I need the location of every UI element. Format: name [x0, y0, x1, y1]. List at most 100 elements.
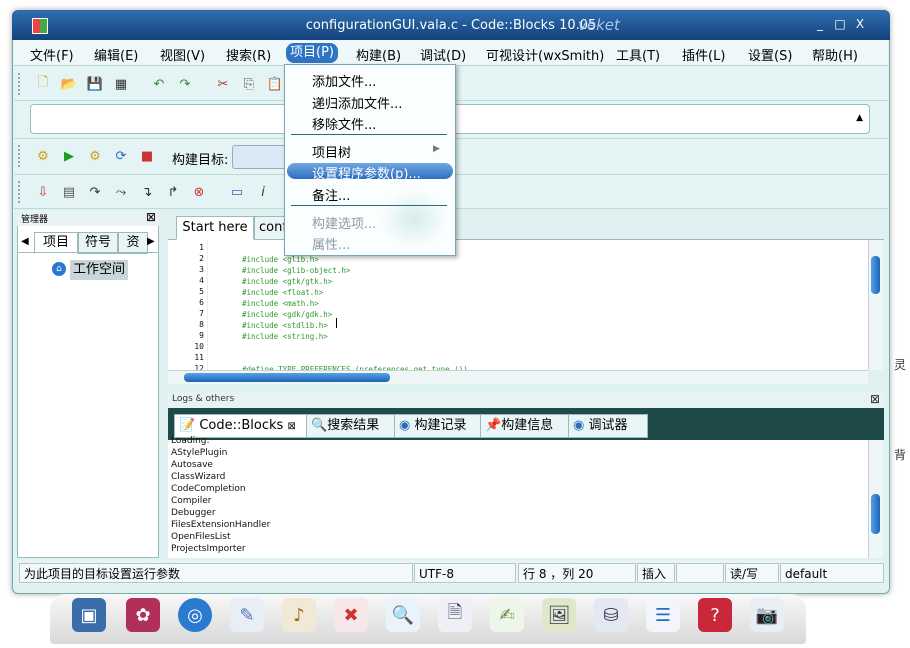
- pin-icon: 📌: [485, 418, 502, 433]
- menu-wxsmith[interactable]: 可视设计(wxSmith): [486, 45, 604, 64]
- debug-start-icon[interactable]: ⇩: [34, 183, 52, 201]
- menu-help[interactable]: 帮助(H): [812, 45, 858, 64]
- step-into-icon[interactable]: ↴: [138, 183, 156, 201]
- paste-icon[interactable]: 📋: [266, 75, 284, 93]
- run-to-cursor-icon[interactable]: ▤: [60, 183, 78, 201]
- manager-close-icon[interactable]: ⊠: [146, 210, 156, 224]
- tab-build-log[interactable]: ◉ 构建记录: [394, 414, 486, 438]
- notes-icon[interactable]: ✍: [490, 598, 524, 632]
- menu-view[interactable]: 视图(V): [160, 45, 205, 64]
- tab-close-icon[interactable]: ⊠: [287, 421, 295, 432]
- menu-item-set-program-arguments[interactable]: 设置程序参数(p)...: [312, 163, 421, 182]
- tab-scroll-left-icon[interactable]: ◀: [21, 236, 29, 247]
- close-button[interactable]: X: [852, 17, 868, 31]
- build-target-select[interactable]: [232, 145, 288, 169]
- tab-symbols[interactable]: 符号: [78, 232, 118, 254]
- code-line[interactable]: #include <glib.h>: [242, 255, 319, 264]
- rebuild-icon[interactable]: ⟳: [112, 147, 130, 165]
- menu-item-remove-files[interactable]: 移除文件...: [312, 114, 376, 133]
- camera-icon[interactable]: 📷: [750, 598, 784, 632]
- run-icon[interactable]: ▶: [60, 147, 78, 165]
- menu-item-add-files[interactable]: 添加文件...: [312, 71, 376, 90]
- menu-plugins[interactable]: 插件(L): [682, 45, 725, 64]
- menu-item-project-tree[interactable]: 项目树: [312, 142, 351, 161]
- calculator-icon[interactable]: ☰: [646, 598, 680, 632]
- help-icon[interactable]: ?: [698, 598, 732, 632]
- open-folder-icon[interactable]: 📂: [60, 75, 78, 93]
- editor-vscroll-thumb[interactable]: [871, 256, 880, 294]
- line-number: 9: [199, 331, 204, 340]
- menu-project[interactable]: 项目(P): [286, 43, 338, 63]
- file-manager-icon[interactable]: ▣: [72, 598, 106, 632]
- minimize-button[interactable]: _: [812, 17, 828, 31]
- menu-item-notes[interactable]: 备注...: [312, 185, 350, 204]
- code-line[interactable]: #include <glib-object.h>: [242, 266, 350, 275]
- drive-icon[interactable]: ⛁: [594, 598, 628, 632]
- status-empty-cell: [676, 563, 724, 583]
- title-bar[interactable]: configurationGUI.vala.c - Code::Blocks 1…: [12, 10, 890, 40]
- build-run-icon[interactable]: ⚙: [86, 147, 104, 165]
- logs-vscroll-thumb[interactable]: [871, 494, 880, 534]
- menu-item-properties[interactable]: 属性...: [312, 234, 350, 253]
- editor-horizontal-scrollbar[interactable]: [168, 370, 868, 385]
- stop-debug-icon[interactable]: ⊗: [190, 183, 208, 201]
- tab-debugger[interactable]: ◉ 调试器: [568, 414, 648, 438]
- undo-icon[interactable]: ↶: [150, 75, 168, 93]
- menu-tools[interactable]: 工具(T): [616, 45, 660, 64]
- tab-resources[interactable]: 资: [118, 232, 148, 254]
- copy-icon[interactable]: ⎘: [240, 75, 258, 93]
- log-output[interactable]: [168, 440, 868, 558]
- menu-debug[interactable]: 调试(D): [420, 45, 466, 64]
- tab-start-here[interactable]: Start here: [176, 216, 254, 240]
- save-icon[interactable]: 💾: [86, 75, 104, 93]
- editor-hscroll-thumb[interactable]: [184, 373, 390, 382]
- menu-item-build-options[interactable]: 构建选项...: [312, 213, 376, 232]
- logs-close-icon[interactable]: ⊠: [870, 392, 880, 406]
- redo-icon[interactable]: ↷: [176, 75, 194, 93]
- pane-splitter[interactable]: [168, 384, 884, 392]
- editor-icon[interactable]: ✎: [230, 598, 264, 632]
- code-line[interactable]: #include <stdlib.h>: [242, 321, 328, 330]
- menu-search[interactable]: 搜索(R): [226, 45, 271, 64]
- step-out-icon[interactable]: ↱: [164, 183, 182, 201]
- code-line[interactable]: #include <string.h>: [242, 332, 328, 341]
- abort-icon[interactable]: ■: [138, 147, 156, 165]
- build-gear-icon[interactable]: ⚙: [34, 147, 52, 165]
- debug-windows-icon[interactable]: ▭: [228, 183, 246, 201]
- save-all-icon[interactable]: ▦: [112, 75, 130, 93]
- music-player-icon[interactable]: ♪: [282, 598, 316, 632]
- menu-file[interactable]: 文件(F): [30, 45, 74, 64]
- tab-codeblocks-log[interactable]: 📝 Code::Blocks ⊠: [174, 414, 312, 438]
- toolbar-grip[interactable]: [18, 145, 23, 167]
- code-line[interactable]: #include <math.h>: [242, 299, 319, 308]
- photo-app-icon[interactable]: ✿: [126, 598, 160, 632]
- tab-build-messages[interactable]: 📌构建信息: [480, 414, 574, 438]
- cut-icon[interactable]: ✂: [214, 75, 232, 93]
- code-line[interactable]: #include <gtk/gtk.h>: [242, 277, 332, 286]
- search-app-icon[interactable]: 🔍: [386, 598, 420, 632]
- menu-edit[interactable]: 编辑(E): [94, 45, 138, 64]
- code-line[interactable]: #include <float.h>: [242, 288, 323, 297]
- info-icon[interactable]: i: [254, 183, 272, 201]
- tab-project[interactable]: 项目: [34, 232, 78, 254]
- new-file-icon[interactable]: 🗋: [34, 75, 52, 93]
- tools-icon[interactable]: ✖: [334, 598, 368, 632]
- menu-settings[interactable]: 设置(S): [748, 45, 792, 64]
- tab-search-results[interactable]: 🔍搜索结果: [306, 414, 400, 438]
- toolbar-grip[interactable]: [18, 181, 23, 203]
- document-icon[interactable]: 🗎: [438, 598, 472, 632]
- workspace-tree-item[interactable]: 工作空间: [70, 260, 129, 280]
- menu-build[interactable]: 构建(B): [356, 45, 401, 64]
- tab-scroll-right-icon[interactable]: ▶: [147, 236, 155, 247]
- menu-item-add-files-recursive[interactable]: 递归添加文件...: [312, 93, 402, 112]
- toolbar-grip[interactable]: [18, 73, 23, 95]
- combo-arrow-icon[interactable]: ▲: [856, 113, 863, 123]
- maximize-button[interactable]: □: [832, 17, 848, 31]
- image-editor-icon[interactable]: 🖼: [542, 598, 576, 632]
- next-instruction-icon[interactable]: ⤳: [112, 183, 130, 201]
- next-line-icon[interactable]: ↷: [86, 183, 104, 201]
- code-line[interactable]: #include <gdk/gdk.h>: [242, 310, 332, 319]
- browser-icon[interactable]: ◎: [178, 598, 212, 632]
- logs-vertical-scrollbar[interactable]: [868, 440, 883, 558]
- editor-vertical-scrollbar[interactable]: [868, 240, 883, 370]
